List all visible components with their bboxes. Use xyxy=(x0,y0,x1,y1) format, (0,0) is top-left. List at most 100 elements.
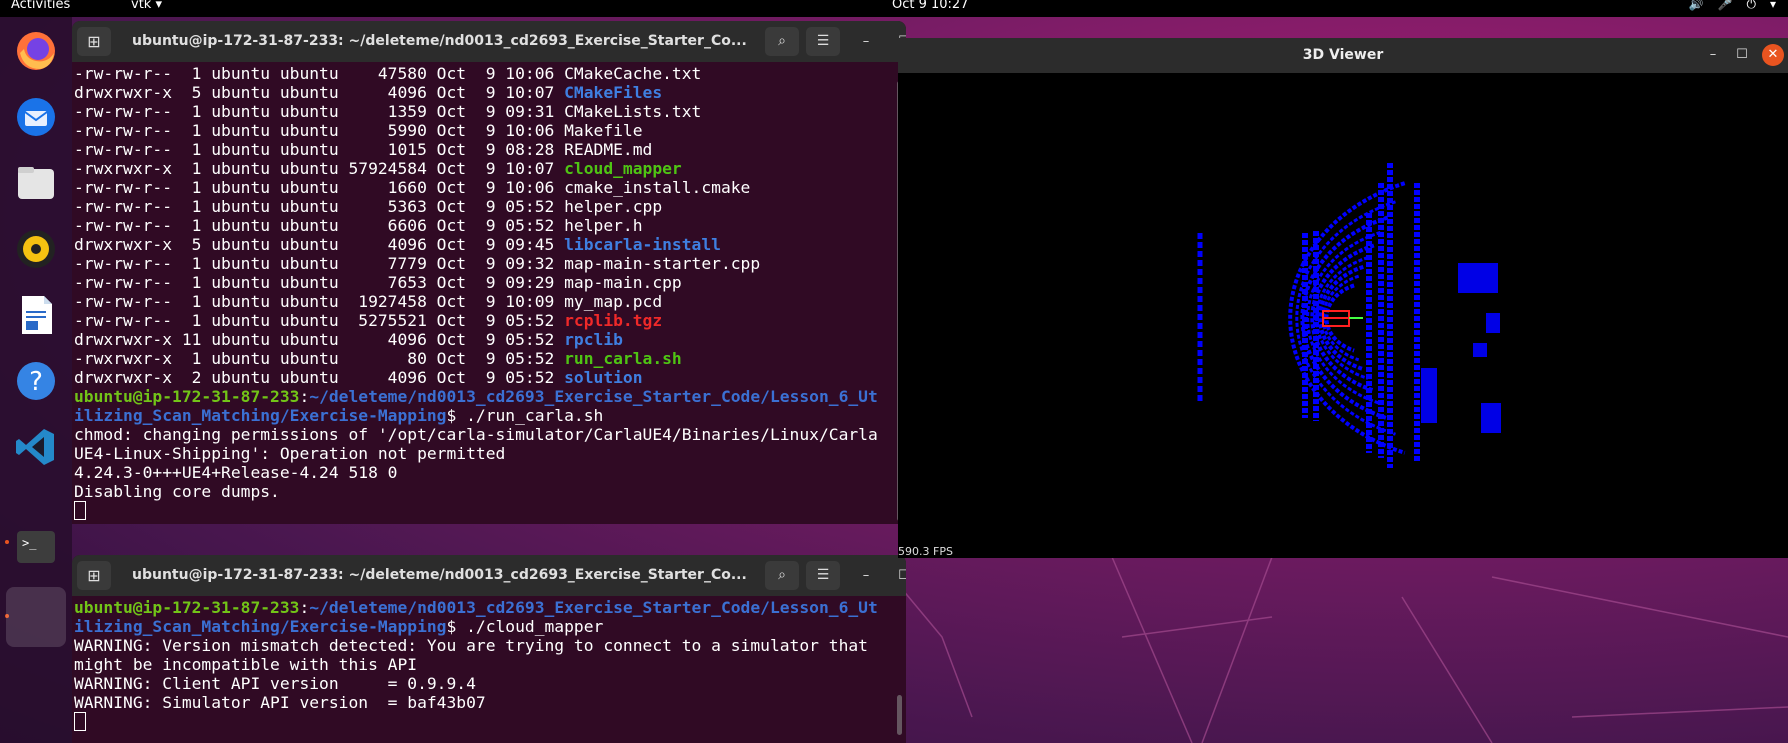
prompt-user: ubuntu@ip-172-31-87-233 xyxy=(74,598,300,617)
firefox-icon[interactable] xyxy=(14,29,58,73)
files-icon[interactable] xyxy=(14,161,58,205)
file-meta: -rw-rw-r-- 1 ubuntu ubuntu 7779 Oct 9 09… xyxy=(74,254,565,273)
point-cluster xyxy=(1486,313,1500,333)
output-line: Disabling core dumps. xyxy=(74,482,280,501)
file-meta: -rw-rw-r-- 1 ubuntu ubuntu 7653 Oct 9 09… xyxy=(74,273,565,292)
listing-row: -rw-rw-r-- 1 ubuntu ubuntu 5275521 Oct 9… xyxy=(74,311,906,330)
microphone-icon[interactable]: 🎤 xyxy=(1718,0,1733,11)
listing-row: -rw-rw-r-- 1 ubuntu ubuntu 7653 Oct 9 09… xyxy=(74,273,906,292)
cursor-line xyxy=(74,712,906,731)
app-window-thumbnail[interactable] xyxy=(6,587,66,647)
listing-row: -rw-rw-r-- 1 ubuntu ubuntu 5363 Oct 9 05… xyxy=(74,197,906,216)
minimize-button[interactable]: – xyxy=(1704,47,1722,62)
output-line: UE4-Linux-Shipping': Operation not permi… xyxy=(74,444,506,463)
prompt-path: ~/deleteme/nd0013_cd2693_Exercise_Starte… xyxy=(309,387,878,406)
new-tab-button[interactable]: ⊞ xyxy=(77,27,111,56)
help-icon[interactable]: ? xyxy=(14,359,58,403)
listing-row: drwxrwxr-x 2 ubuntu ubuntu 4096 Oct 9 05… xyxy=(74,368,906,387)
file-name: run_carla.sh xyxy=(564,349,682,368)
file-meta: -rw-rw-r-- 1 ubuntu ubuntu 6606 Oct 9 05… xyxy=(74,216,565,235)
writer-icon[interactable] xyxy=(14,293,58,337)
terminal-window-1[interactable]: ⊞ ubuntu@ip-172-31-87-233: ~/deleteme/nd… xyxy=(72,21,906,524)
dock: ? >_ xyxy=(0,17,72,743)
system-tray[interactable]: 🔊 🎤 ⏻ ▾ xyxy=(1689,0,1776,11)
app-menu[interactable]: vtk ▾ xyxy=(131,0,162,11)
volume-icon[interactable]: 🔊 xyxy=(1689,0,1704,11)
new-tab-button[interactable]: ⊞ xyxy=(77,561,111,590)
file-name: helper.h xyxy=(564,216,643,235)
point-cluster xyxy=(1421,368,1437,423)
file-name: my_map.pcd xyxy=(564,292,663,311)
terminal-titlebar[interactable]: ⊞ ubuntu@ip-172-31-87-233: ~/deleteme/nd… xyxy=(72,555,906,596)
minimize-button[interactable]: – xyxy=(857,567,875,585)
close-button[interactable]: ✕ xyxy=(1762,44,1784,66)
top-bar: Activities vtk ▾ Oct 9 10:27 🔊 🎤 ⏻ ▾ xyxy=(0,0,1788,17)
file-name: solution xyxy=(564,368,643,387)
terminal-icon[interactable]: >_ xyxy=(14,525,58,569)
scrollbar[interactable] xyxy=(897,695,902,735)
terminal-output[interactable]: ubuntu@ip-172-31-87-233:~/deleteme/nd001… xyxy=(72,596,906,731)
listing-row: -rw-rw-r-- 1 ubuntu ubuntu 1015 Oct 9 08… xyxy=(74,140,906,159)
viewer-title: 3D Viewer xyxy=(1302,47,1384,63)
file-meta: -rw-rw-r-- 1 ubuntu ubuntu 1927458 Oct 9… xyxy=(74,292,565,311)
prompt-line: ilizing_Scan_Matching/Exercise-Mapping$ … xyxy=(74,406,906,425)
file-name: CMakeCache.txt xyxy=(564,64,702,83)
file-meta: -rw-rw-r-- 1 ubuntu ubuntu 5990 Oct 9 10… xyxy=(74,121,565,140)
file-name: libcarla-install xyxy=(564,235,721,254)
file-meta: -rw-rw-r-- 1 ubuntu ubuntu 1359 Oct 9 09… xyxy=(74,102,565,121)
rhythmbox-icon[interactable] xyxy=(14,227,58,271)
activities-button[interactable]: Activities xyxy=(11,0,70,11)
prompt-colon: : xyxy=(299,598,310,617)
menu-button[interactable]: ☰ xyxy=(806,561,840,590)
clock[interactable]: Oct 9 10:27 xyxy=(892,0,968,11)
minimize-button[interactable]: – xyxy=(857,33,875,51)
power-icon[interactable]: ⏻ xyxy=(1746,0,1756,11)
prompt-path: ~/deleteme/nd0013_cd2693_Exercise_Starte… xyxy=(309,598,878,617)
output-line: WARNING: Simulator API version = baf43b0… xyxy=(74,693,486,712)
point-cluster xyxy=(1458,263,1498,293)
listing-row: -rw-rw-r-- 1 ubuntu ubuntu 6606 Oct 9 05… xyxy=(74,216,906,235)
file-name: helper.cpp xyxy=(564,197,663,216)
file-meta: -rwxrwxr-x 1 ubuntu ubuntu 80 Oct 9 05:5… xyxy=(74,349,565,368)
prompt-line: ubuntu@ip-172-31-87-233:~/deleteme/nd001… xyxy=(74,387,906,406)
search-button[interactable]: ⌕ xyxy=(765,27,799,56)
output-line: might be incompatible with this API xyxy=(74,655,418,674)
output-line: 4.24.3-0+++UE4+Release-4.24 518 0 xyxy=(74,463,398,482)
thunderbird-icon[interactable] xyxy=(14,95,58,139)
vscode-icon[interactable] xyxy=(14,425,58,469)
maximize-button[interactable]: ☐ xyxy=(895,567,906,585)
maximize-button[interactable]: ☐ xyxy=(1733,47,1751,62)
command-text: $ ./run_carla.sh xyxy=(446,406,604,425)
file-meta: -rwxrwxr-x 1 ubuntu ubuntu 57924584 Oct … xyxy=(74,159,565,178)
chevron-down-icon[interactable]: ▾ xyxy=(1770,0,1776,11)
menu-button[interactable]: ☰ xyxy=(806,27,840,56)
prompt-colon: : xyxy=(299,387,310,406)
file-name: cmake_install.cmake xyxy=(564,178,751,197)
window-title: ubuntu@ip-172-31-87-233: ~/deleteme/nd00… xyxy=(132,33,747,49)
file-name: Makefile xyxy=(564,121,643,140)
viewer-titlebar[interactable]: 3D Viewer – ☐ ✕ xyxy=(898,38,1788,73)
file-name: map-main-starter.cpp xyxy=(564,254,761,273)
listing-row: -rwxrwxr-x 1 ubuntu ubuntu 57924584 Oct … xyxy=(74,159,906,178)
terminal-window-2[interactable]: ⊞ ubuntu@ip-172-31-87-233: ~/deleteme/nd… xyxy=(72,555,906,743)
listing-row: -rw-rw-r-- 1 ubuntu ubuntu 1927458 Oct 9… xyxy=(74,292,906,311)
cursor-line xyxy=(74,501,906,520)
file-meta: drwxrwxr-x 2 ubuntu ubuntu 4096 Oct 9 05… xyxy=(74,368,565,387)
output-line: WARNING: Version mismatch detected: You … xyxy=(74,636,868,655)
terminal-titlebar[interactable]: ⊞ ubuntu@ip-172-31-87-233: ~/deleteme/nd… xyxy=(72,21,906,62)
svg-text:>_: >_ xyxy=(22,536,37,550)
file-meta: -rw-rw-r-- 1 ubuntu ubuntu 5275521 Oct 9… xyxy=(74,311,565,330)
listing-row: -rw-rw-r-- 1 ubuntu ubuntu 1359 Oct 9 09… xyxy=(74,102,906,121)
command-text: $ ./cloud_mapper xyxy=(446,617,604,636)
file-meta: -rw-rw-r-- 1 ubuntu ubuntu 47580 Oct 9 1… xyxy=(74,64,565,83)
search-button[interactable]: ⌕ xyxy=(765,561,799,590)
terminal-output[interactable]: -rw-rw-r-- 1 ubuntu ubuntu 47580 Oct 9 1… xyxy=(72,62,906,520)
file-meta: -rw-rw-r-- 1 ubuntu ubuntu 5363 Oct 9 05… xyxy=(74,197,565,216)
3d-viewer-window[interactable]: 3D Viewer – ☐ ✕ 590.3 FPS xyxy=(898,38,1788,558)
file-meta: -rw-rw-r-- 1 ubuntu ubuntu 1660 Oct 9 10… xyxy=(74,178,565,197)
point-cloud-canvas[interactable] xyxy=(898,73,1788,558)
output-line: WARNING: Client API version = 0.9.9.4 xyxy=(74,674,476,693)
prompt-user: ubuntu@ip-172-31-87-233 xyxy=(74,387,300,406)
cursor xyxy=(74,501,86,520)
point-cluster xyxy=(1473,343,1487,357)
